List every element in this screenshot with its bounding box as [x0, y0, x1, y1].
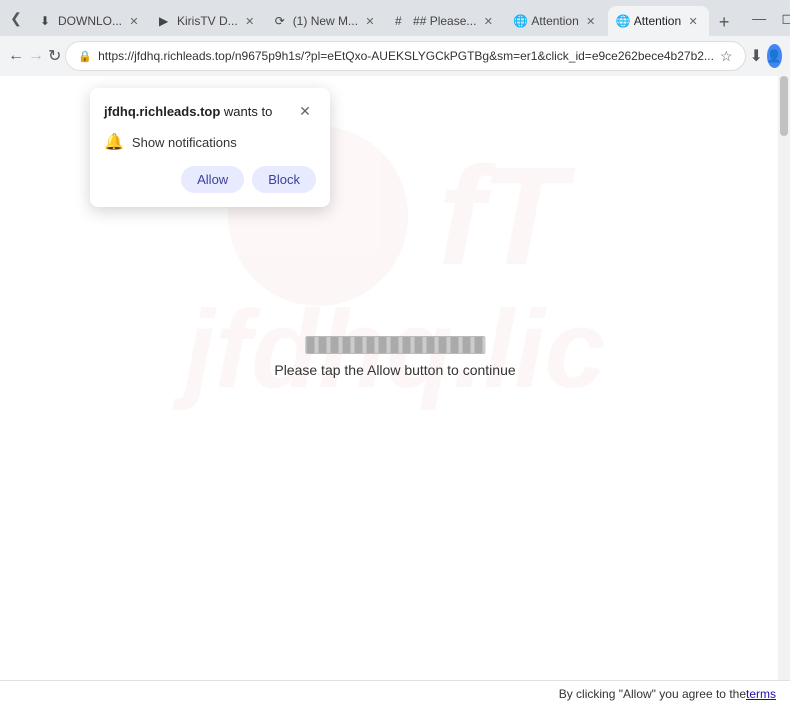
minimize-button[interactable]: —: [746, 5, 772, 31]
tab-3[interactable]: ⟳ (1) New M... ✕: [267, 6, 386, 36]
tab-6-title: Attention: [634, 14, 681, 28]
address-bar-row: ← → ↻ 🔒 https://jfdhq.richleads.top/n967…: [0, 36, 790, 76]
tab-2[interactable]: ▶ KirisTV D... ✕: [151, 6, 266, 36]
tab-3-title: (1) New M...: [293, 14, 358, 28]
scrollbar-thumb[interactable]: [780, 76, 788, 136]
window-controls: — ◻ ✕: [746, 5, 790, 31]
tab-5-close[interactable]: ✕: [583, 13, 599, 29]
address-bar[interactable]: 🔒 https://jfdhq.richleads.top/n9675p9h1s…: [65, 41, 745, 71]
terms-link[interactable]: terms: [746, 687, 776, 702]
notification-popup-buttons: Allow Block: [104, 166, 316, 193]
tab-6-close[interactable]: ✕: [685, 13, 701, 29]
tab-6[interactable]: 🌐 Attention ✕: [608, 6, 709, 36]
tabs-container: ⬇ DOWNLO... ✕ ▶ KirisTV D... ✕ ⟳ (1) New…: [32, 0, 738, 36]
tab-1-favicon: ⬇: [40, 14, 54, 28]
tab-4-close[interactable]: ✕: [480, 13, 496, 29]
notification-popup-item: 🔔 Show notifications: [104, 132, 316, 152]
lock-icon: 🔒: [78, 50, 92, 63]
tab-2-title: KirisTV D...: [177, 14, 238, 28]
forward-button[interactable]: →: [28, 42, 44, 70]
tab-4-title: ## Please...: [413, 14, 476, 28]
tab-4[interactable]: # ## Please... ✕: [387, 6, 504, 36]
progress-bar-fill: [306, 337, 484, 353]
tab-bar-left: ❮: [4, 6, 28, 30]
back-button[interactable]: ←: [8, 42, 24, 70]
tab-5-title: Attention: [531, 14, 578, 28]
address-text: https://jfdhq.richleads.top/n9675p9h1s/?…: [98, 49, 714, 63]
tab-5-favicon: 🌐: [513, 14, 527, 28]
tab-3-close[interactable]: ✕: [362, 13, 378, 29]
watermark-text-big: fT: [438, 135, 562, 297]
content-area: fT jfdhq.lic Please tap the Allow button…: [0, 76, 790, 680]
tab-6-favicon: 🌐: [616, 14, 630, 28]
notification-popup-item-text: Show notifications: [132, 135, 237, 150]
tab-5[interactable]: 🌐 Attention ✕: [505, 6, 606, 36]
notification-popup-title: jfdhq.richleads.top wants to: [104, 104, 272, 119]
notification-popup: jfdhq.richleads.top wants to ✕ 🔔 Show no…: [90, 88, 330, 207]
progress-bar: [305, 336, 485, 354]
notification-popup-site: jfdhq.richleads.top: [104, 104, 220, 119]
browser-menu-icon[interactable]: ⋮: [786, 46, 790, 67]
tab-bar-back-icon: ❮: [4, 6, 28, 30]
download-icon[interactable]: ⬇: [750, 42, 763, 70]
new-tab-button[interactable]: +: [710, 8, 738, 36]
scrollbar[interactable]: [778, 76, 790, 680]
progress-area: Please tap the Allow button to continue: [274, 336, 515, 378]
tab-1-title: DOWNLO...: [58, 14, 122, 28]
allow-button[interactable]: Allow: [181, 166, 244, 193]
bell-icon: 🔔: [104, 132, 124, 152]
profile-icon[interactable]: 👤: [767, 44, 782, 68]
tab-3-favicon: ⟳: [275, 14, 289, 28]
browser-window: ❮ ⬇ DOWNLO... ✕ ▶ KirisTV D... ✕ ⟳ (1) N…: [0, 0, 790, 708]
tab-1[interactable]: ⬇ DOWNLO... ✕: [32, 6, 150, 36]
tab-4-favicon: #: [395, 14, 409, 28]
progress-text: Please tap the Allow button to continue: [274, 362, 515, 378]
tab-2-close[interactable]: ✕: [242, 13, 258, 29]
notification-popup-wants-to: wants to: [220, 104, 272, 119]
refresh-button[interactable]: ↻: [48, 42, 61, 70]
bookmark-icon[interactable]: ☆: [720, 48, 733, 65]
bottom-bar: By clicking "Allow" you agree to the ter…: [0, 680, 790, 708]
notification-popup-close-button[interactable]: ✕: [294, 100, 316, 122]
bottom-bar-text: By clicking "Allow" you agree to the: [559, 687, 746, 702]
notification-popup-header: jfdhq.richleads.top wants to ✕: [104, 100, 316, 122]
tab-2-favicon: ▶: [159, 14, 173, 28]
maximize-button[interactable]: ◻: [774, 5, 790, 31]
tab-1-close[interactable]: ✕: [126, 13, 142, 29]
tab-bar: ❮ ⬇ DOWNLO... ✕ ▶ KirisTV D... ✕ ⟳ (1) N…: [0, 0, 790, 36]
block-button[interactable]: Block: [252, 166, 316, 193]
